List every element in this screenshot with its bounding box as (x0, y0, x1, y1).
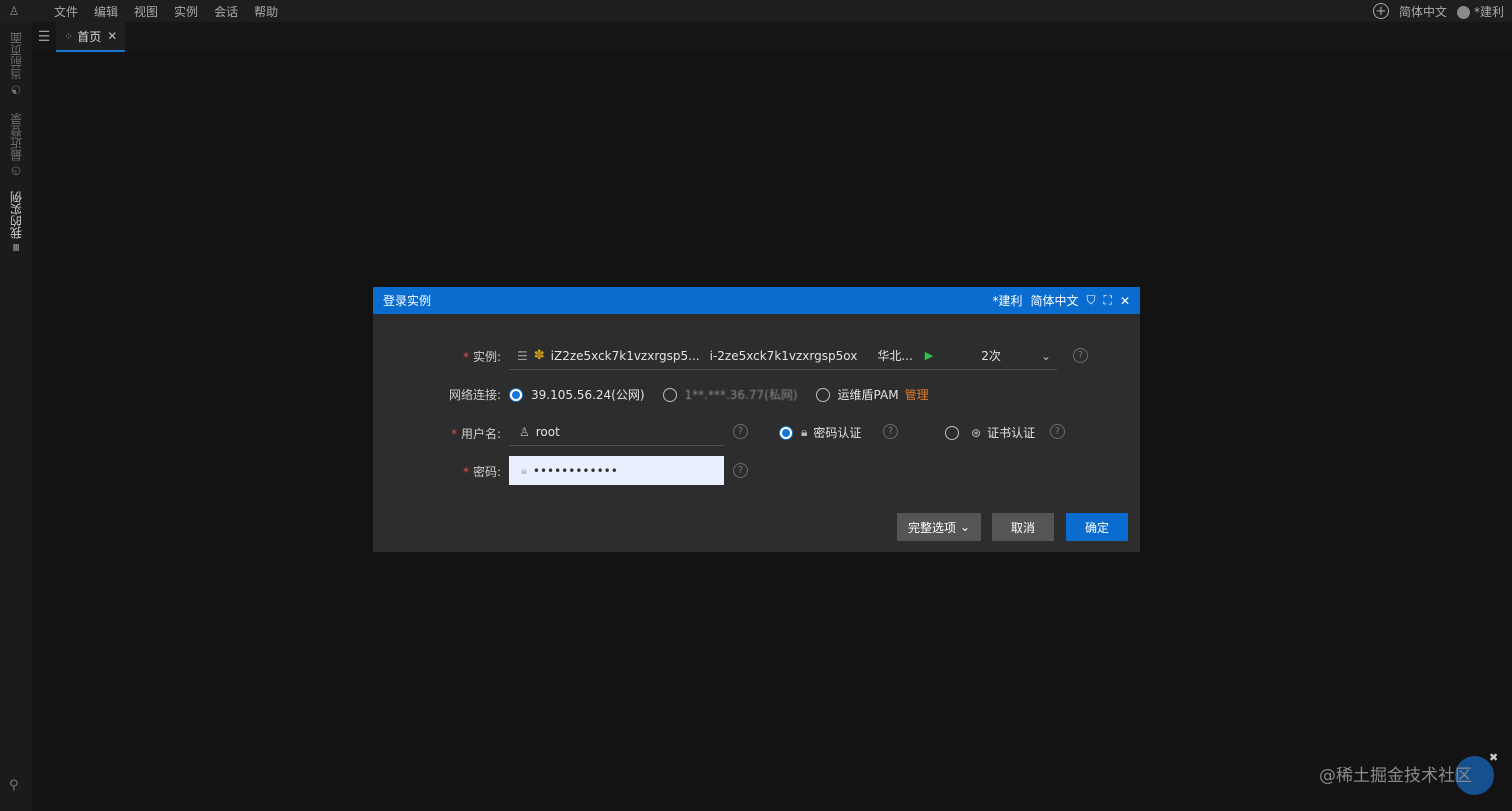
menu-toggle-icon[interactable]: ☰ (32, 22, 56, 52)
password-value: •••••••••••• (532, 463, 618, 478)
menu-edit[interactable]: 编辑 (94, 3, 118, 20)
user-menu[interactable]: *建利 (1456, 3, 1504, 20)
radio-pam[interactable] (815, 387, 830, 402)
auth-password-option: 🔒︎ 密码认证 (779, 424, 861, 441)
language-switch[interactable]: 简体中文 (1399, 3, 1447, 20)
dialog-user[interactable]: *建利 (992, 292, 1022, 309)
sidebar-tab-label: 最近登录 (9, 113, 24, 161)
help-icon[interactable]: ? (1050, 424, 1065, 439)
avatar (1456, 5, 1470, 19)
sidebar-tab-my-instances[interactable]: ≡ 我的实例 (6, 182, 26, 252)
dialog-title: 登录实例 (383, 294, 432, 308)
os-icon: ✽ (533, 348, 545, 363)
instance-label: * 实例: (462, 350, 501, 364)
help-icon[interactable]: ? (883, 424, 898, 439)
radio-private[interactable] (662, 387, 677, 402)
options-label: 完整选项 (907, 520, 956, 535)
tab-home[interactable]: ⁘ 首页 ✕ (56, 22, 126, 52)
lock-icon: 🔒︎ (801, 425, 808, 439)
sidebar-tab-label: 当前页面 (9, 32, 24, 80)
close-icon[interactable]: ✖ (1489, 751, 1498, 764)
status-running-icon: ▶ (924, 349, 934, 362)
options-button[interactable]: 完整选项 ⌄ (897, 513, 981, 541)
grid-icon: ⁘ (64, 29, 74, 43)
user-name: *建利 (1473, 4, 1504, 19)
menu-instance[interactable]: 实例 (174, 3, 198, 20)
sidebar-tab-recent[interactable]: ◷ 最近登录 (6, 108, 26, 178)
password-label: * 密码: (462, 465, 501, 479)
help-icon[interactable]: ? (1073, 348, 1088, 363)
page-icon: ◔ (9, 84, 23, 97)
menu-session[interactable]: 会话 (214, 3, 238, 20)
password-input[interactable]: 🔒︎ •••••••••••• (509, 456, 724, 485)
instance-select[interactable]: ☰ ✽ iZ2ze5xck7k1vzxrgsp5... i-2ze5xck7k1… (509, 342, 1057, 370)
add-icon[interactable]: + (1372, 3, 1389, 19)
private-ip: 1**.***.36.77(私网) (684, 388, 798, 402)
chevron-down-icon: ⌄ (959, 520, 971, 534)
shirt-icon[interactable]: ⛉ (1087, 293, 1096, 308)
login-dialog: 登录实例 *建利 简体中文 ⛉ ⛶ ✕ * 实例: ☰ ✽ iZ2ze5xck7k… (373, 287, 1140, 552)
auth-cert-option: ⊛ 证书认证 (945, 424, 1035, 441)
menu-list: 文件 编辑 视图 实例 会话 帮助 (54, 3, 294, 20)
login-count: 2次 (981, 349, 1001, 363)
menu-help[interactable]: 帮助 (254, 3, 278, 20)
tab-bar: ☰ ⁘ 首页 ✕ (32, 22, 1512, 52)
help-icon[interactable]: ? (733, 463, 748, 478)
cancel-button[interactable]: 取消 (992, 513, 1054, 541)
close-icon[interactable]: ✕ (107, 29, 117, 43)
menu-view[interactable]: 视图 (134, 3, 158, 20)
left-sidebar: ◔ 当前页面 ◷ 最近登录 ≡ 我的实例 ⚲ (0, 22, 32, 811)
dialog-language[interactable]: 简体中文 (1031, 292, 1079, 309)
manage-link[interactable]: 管理 (905, 386, 929, 403)
tab-label: 首页 (77, 29, 102, 44)
radio-public[interactable] (509, 387, 523, 402)
dialog-header-actions: *建利 简体中文 ⛉ ⛶ ✕ (984, 292, 1130, 309)
close-icon[interactable]: ✕ (1120, 294, 1130, 308)
confirm-button[interactable]: 确定 (1066, 513, 1128, 541)
instance-name: iZ2ze5xck7k1vzxrgsp5... (550, 348, 700, 363)
sidebar-tab-label: 我的实例 (9, 190, 24, 239)
list-icon: ≡ (9, 242, 23, 252)
server-icon: ☰ (517, 348, 528, 363)
network-label: 网络连接: (448, 388, 501, 402)
chevron-down-icon[interactable]: ⌄ (1041, 349, 1051, 363)
help-icon[interactable]: ? (733, 424, 748, 439)
radio-cert-auth[interactable] (945, 425, 959, 440)
cert-auth-label: 证书认证 (987, 426, 1036, 440)
public-ip: 39.105.56.24(公网) (531, 388, 645, 402)
password-auth-label: 密码认证 (813, 426, 862, 440)
network-options: 39.105.56.24(公网) 1**.***.36.77(私网) 运维盾PA… (509, 386, 929, 403)
fullscreen-icon[interactable]: ⛶ (1104, 293, 1112, 308)
radio-password-auth[interactable] (779, 425, 793, 440)
sidebar-tab-current-page[interactable]: ◔ 当前页面 (6, 27, 26, 97)
watermark: @稀土掘金技术社区 (1319, 766, 1472, 786)
menu-bar: ♙ 文件 编辑 视图 实例 会话 帮助 + 简体中文 *建利 (0, 0, 1512, 22)
username-label: * 用户名: (450, 427, 501, 441)
username-value: root (535, 424, 560, 439)
dialog-header: 登录实例 *建利 简体中文 ⛉ ⛶ ✕ (373, 287, 1140, 314)
app-logo-icon: ♙ (8, 4, 20, 18)
lock-icon: 🔒︎ (521, 463, 527, 477)
instance-id: i-2ze5xck7k1vzxrgsp5ox (709, 348, 858, 363)
menu-file[interactable]: 文件 (54, 3, 78, 20)
pam-label: 运维盾PAM (837, 388, 899, 402)
user-icon: ♙ (519, 424, 530, 439)
clock-icon: ◷ (9, 165, 23, 178)
menubar-right: + 简体中文 *建利 (1363, 0, 1504, 22)
pin-icon[interactable]: ⚲ (9, 778, 19, 793)
certificate-icon: ⊛ (971, 425, 982, 440)
username-input[interactable]: ♙ root (509, 418, 724, 446)
instance-region: 华北... (877, 349, 913, 363)
